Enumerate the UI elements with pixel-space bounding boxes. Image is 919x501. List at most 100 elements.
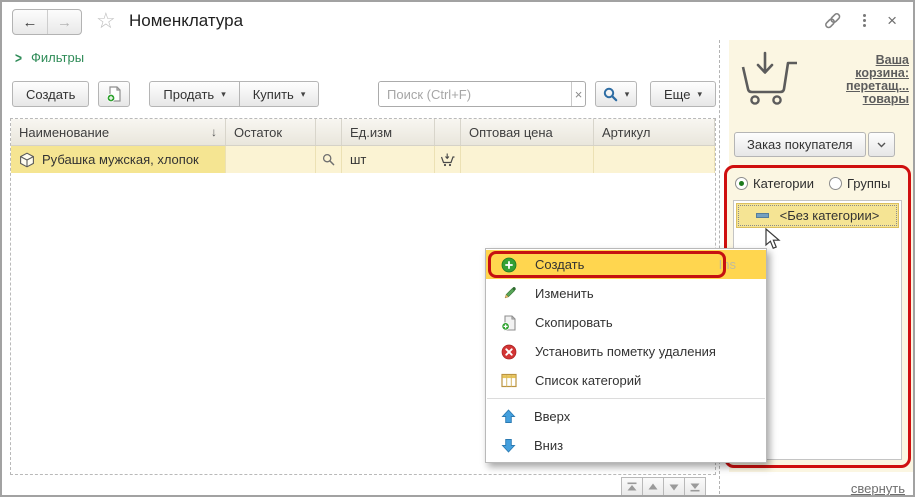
search-input[interactable] [379, 82, 571, 106]
chevron-down-icon: ▾ [625, 89, 630, 100]
menu-item-move-up[interactable]: Вверх [486, 402, 766, 431]
cell-cart[interactable] [435, 146, 461, 173]
sort-desc-icon: ↓ [211, 125, 217, 139]
header-unit[interactable]: Ед.изм [342, 119, 435, 145]
copy-button[interactable] [98, 81, 130, 107]
filters-label: Фильтры [31, 50, 84, 65]
chevron-down-icon: ▾ [697, 89, 702, 100]
cell-article[interactable] [594, 146, 715, 173]
buy-label: Купить [253, 87, 294, 102]
header-stock[interactable]: Остаток [226, 119, 316, 145]
buy-button[interactable]: Купить ▾ [240, 81, 320, 107]
customer-order-dropdown[interactable] [868, 132, 895, 157]
menu-item-create[interactable]: Создать Ins [486, 250, 766, 279]
back-button[interactable]: ← [13, 10, 47, 34]
cart-link[interactable]: Ваша корзина: перетащ... товары [846, 51, 909, 107]
forward-button[interactable]: → [47, 10, 81, 34]
delete-mark-icon [501, 344, 517, 360]
cart-link-line: товары [846, 93, 909, 106]
scroll-down-button[interactable] [663, 477, 685, 497]
app-window: ← → ☆ Номенклатура × > Фильтры Создать [0, 0, 915, 497]
customer-order-button[interactable]: Заказ покупателя [734, 132, 866, 157]
menu-label: Вниз [534, 438, 563, 453]
header-stock-label: Остаток [234, 125, 282, 140]
header-price[interactable]: Оптовая цена [461, 119, 594, 145]
radio-unselected-icon [829, 177, 842, 190]
collapse-link[interactable]: свернуть [851, 481, 905, 496]
search-box: × [378, 81, 586, 107]
unit-value: шт [350, 152, 366, 167]
header-name[interactable]: Наименование ↓ [11, 119, 226, 145]
scroll-to-top-button[interactable] [621, 477, 643, 497]
menu-item-move-down[interactable]: Вниз [486, 431, 766, 460]
radio-categories-label: Категории [753, 176, 814, 191]
more-label: Еще [664, 87, 690, 102]
magnifier-icon [322, 153, 335, 166]
arrow-down-icon [501, 438, 516, 453]
favorite-star-icon[interactable]: ☆ [96, 8, 116, 34]
header-name-label: Наименование [19, 125, 109, 140]
page-title: Номенклатура [129, 11, 243, 31]
link-icon[interactable] [823, 11, 842, 30]
category-item-none[interactable]: <Без категории> [736, 203, 899, 228]
table-header: Наименование ↓ Остаток Ед.изм Оптовая це… [11, 119, 715, 146]
menu-item-mark-deletion[interactable]: Установить пометку удаления [486, 337, 766, 366]
package-icon [19, 152, 35, 168]
sell-label: Продать [163, 87, 214, 102]
scroll-up-button[interactable] [642, 477, 664, 497]
context-menu: Создать Ins Изменить [485, 248, 767, 463]
cart-large-icon [737, 51, 801, 107]
search-icon [603, 87, 618, 102]
scroll-bottom-icon [689, 482, 701, 492]
sell-button[interactable]: Продать ▾ [149, 81, 239, 107]
create-button[interactable]: Создать [12, 81, 89, 107]
menu-item-copy[interactable]: Скопировать [486, 308, 766, 337]
table-row[interactable]: Рубашка мужская, хлопок шт [11, 146, 715, 173]
menu-item-edit[interactable]: Изменить [486, 279, 766, 308]
menu-label: Создать [535, 257, 584, 272]
cell-name[interactable]: Рубашка мужская, хлопок [11, 146, 226, 173]
menu-label: Установить пометку удаления [535, 344, 716, 359]
menu-kebab-icon[interactable] [861, 12, 868, 29]
category-label: <Без категории> [780, 208, 880, 223]
item-name: Рубашка мужская, хлопок [42, 152, 199, 167]
header-price-label: Оптовая цена [469, 125, 553, 140]
close-icon[interactable]: × [887, 12, 897, 29]
menu-label: Список категорий [535, 373, 641, 388]
list-scroll-buttons [622, 477, 706, 497]
header-article[interactable]: Артикул [594, 119, 715, 145]
copy-icon [106, 86, 123, 103]
chevron-down-icon: ▾ [301, 89, 306, 100]
cell-lookup[interactable] [316, 146, 342, 173]
header-unit-label: Ед.изм [350, 125, 392, 140]
header-spacer-1 [316, 119, 342, 145]
menu-label: Вверх [534, 409, 570, 424]
header-spacer-2 [435, 119, 461, 145]
radio-categories[interactable]: Категории [735, 176, 814, 191]
search-clear-icon[interactable]: × [571, 82, 585, 106]
cell-stock[interactable] [226, 146, 316, 173]
history-nav: ← → [12, 9, 82, 35]
scroll-to-bottom-button[interactable] [684, 477, 706, 497]
header-article-label: Артикул [602, 125, 650, 140]
radio-selected-icon [735, 177, 748, 190]
plus-circle-icon [501, 257, 517, 273]
chevron-right-icon: > [15, 49, 22, 66]
more-button[interactable]: Еще ▾ [650, 81, 716, 107]
radio-groups[interactable]: Группы [829, 176, 890, 191]
scroll-up-icon [647, 483, 659, 491]
trade-button-group: Продать ▾ Купить ▾ [149, 81, 319, 107]
chevron-down-icon [877, 142, 886, 148]
scroll-down-icon [668, 483, 680, 491]
filters-toggle[interactable]: > Фильтры [15, 50, 84, 65]
table-icon [501, 373, 517, 388]
minus-icon [756, 213, 769, 218]
menu-label: Скопировать [535, 315, 613, 330]
cell-unit[interactable]: шт [342, 146, 435, 173]
cell-price[interactable] [461, 146, 594, 173]
menu-shortcut: Ins [719, 257, 758, 272]
chevron-down-icon: ▾ [221, 89, 226, 100]
menu-item-category-list[interactable]: Список категорий [486, 366, 766, 395]
search-options-button[interactable]: ▾ [595, 81, 637, 107]
menu-label: Изменить [535, 286, 594, 301]
